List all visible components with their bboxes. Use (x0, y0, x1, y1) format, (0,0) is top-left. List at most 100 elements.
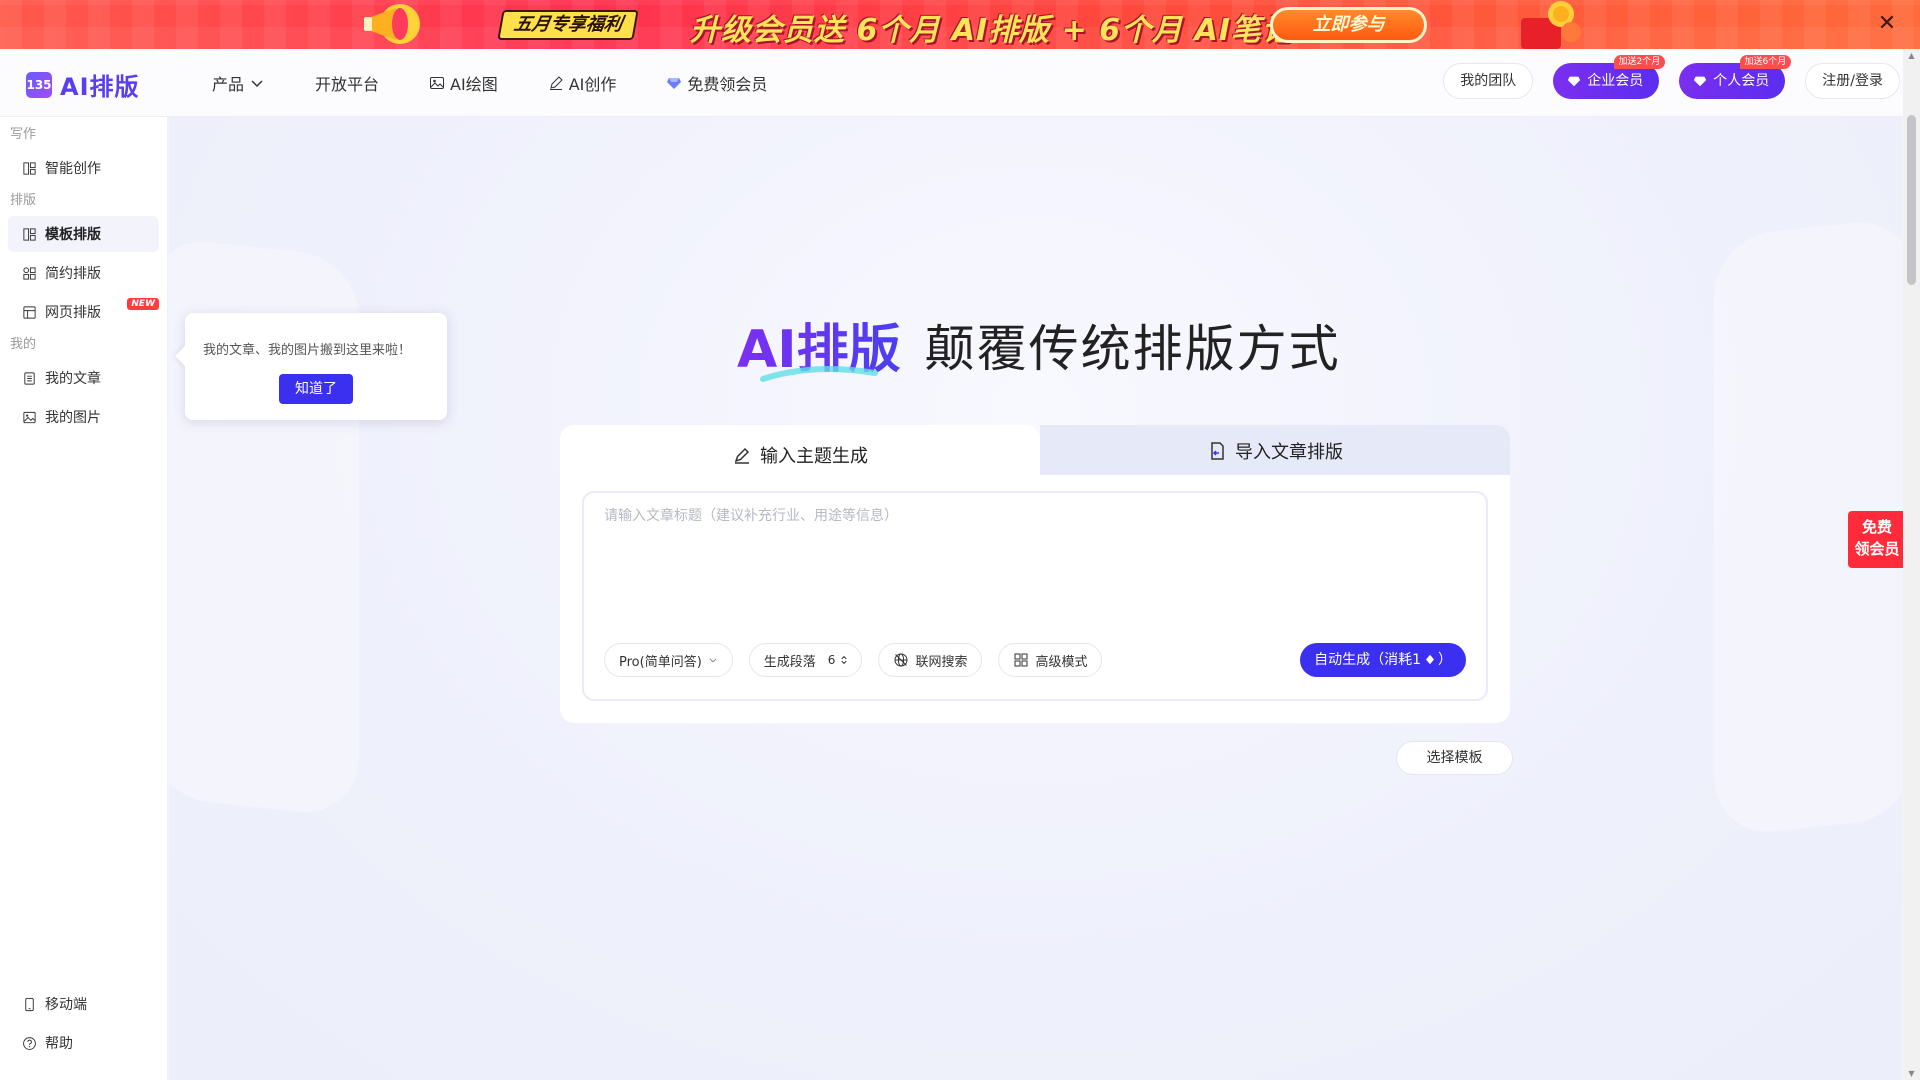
sidebar-item-label: 我的文章 (45, 371, 101, 387)
nav-open-platform-label: 开放平台 (315, 75, 380, 94)
vertical-scrollbar[interactable]: ▲ ▼ (1903, 49, 1920, 1080)
sidebar-item-my-images[interactable]: 我的图片 (8, 399, 159, 435)
tab-import-article[interactable]: 导入文章排版 (1040, 425, 1510, 477)
layout-icon (23, 227, 36, 241)
nav-ai-draw-label: AI绘图 (450, 75, 498, 94)
gift-coin-icon (1521, 1, 1581, 49)
chevron-down-icon (709, 658, 717, 663)
auto-generate-label-end: ） (1438, 652, 1452, 668)
topic-input[interactable]: 请输入文章标题（建议补充行业、用途等信息） Pro(简单问答) 生成段落 6 联… (582, 491, 1488, 701)
got-it-button[interactable]: 知道了 (279, 374, 353, 404)
sidebar-item-label: 模板排版 (45, 227, 101, 243)
my-team-button[interactable]: 我的团队 (1443, 63, 1534, 99)
pen-icon (734, 447, 750, 464)
enterprise-vip-button[interactable]: 企业会员 加送2个月 (1553, 55, 1666, 99)
sidebar-item-label: 帮助 (45, 1036, 73, 1052)
web-search-label: 联网搜索 (915, 654, 968, 670)
sidebar-item-label: 智能创作 (45, 161, 101, 177)
sidebar-bottom: 移动端 帮助 (0, 983, 168, 1064)
top-nav: 135 AI排版 产品 开放平台 AI绘图 AI创作 免费领会员 我的团队 企业… (0, 49, 1920, 117)
nav-product-label: 产品 (212, 75, 245, 94)
auto-generate-label: 自动生成（消耗1 (1314, 652, 1422, 668)
promo-headline: 升级会员送 6个月 AI排版 + 6个月 AI笔记 (690, 13, 1293, 48)
promo-banner[interactable]: 五月专享福利 升级会员送 6个月 AI排版 + 6个月 AI笔记 立即参与 ✕ (0, 0, 1920, 49)
login-button[interactable]: 注册/登录 (1805, 63, 1900, 99)
topic-input-placeholder: 请输入文章标题（建议补充行业、用途等信息） (604, 508, 898, 524)
float-vip-line1: 免费 (1861, 518, 1892, 536)
scroll-down-icon[interactable]: ▼ (1907, 1069, 1916, 1078)
sidebar-item-template-layout[interactable]: 模板排版 (8, 216, 159, 252)
generator-options: Pro(简单问答) 生成段落 6 联网搜索 高级模式 (604, 643, 1103, 677)
paragraph-count-value: 6 (827, 653, 836, 667)
tab-import-label: 导入文章排版 (1235, 442, 1343, 463)
diamond-icon (1425, 654, 1434, 665)
sidebar: 写作 智能创作 排版 模板排版 简约排版 网页排版 NEW 我的 我的文章 我的… (0, 117, 168, 1080)
logo-text: AI排版 (60, 73, 140, 101)
nav-product[interactable]: 产品 (212, 71, 265, 95)
logo-mark: 135 (26, 71, 52, 98)
tab-topic-label: 输入主题生成 (760, 446, 868, 467)
enterprise-bonus-tag: 加送2个月 (1613, 55, 1666, 69)
paragraph-count-label: 生成段落 (763, 654, 816, 670)
globe-off-icon (894, 653, 908, 667)
card-body: 请输入文章标题（建议补充行业、用途等信息） Pro(简单问答) 生成段落 6 联… (560, 475, 1510, 723)
scroll-thumb[interactable] (1907, 115, 1916, 285)
model-select-value: Pro(简单问答) (619, 654, 702, 670)
sidebar-item-label: 网页排版 (45, 305, 101, 321)
help-icon (23, 1036, 36, 1050)
swoosh-decoration (760, 366, 878, 382)
sidebar-item-web-layout[interactable]: 网页排版 NEW (8, 294, 159, 330)
image-icon (430, 77, 445, 89)
generator-tabs: 导入文章排版 输入主题生成 (560, 425, 1510, 485)
nav-ai-create[interactable]: AI创作 (548, 71, 617, 95)
onboarding-popover: 我的文章、我的图片搬到这里来啦！ 知道了 (185, 313, 447, 420)
grid-icon (1014, 653, 1028, 667)
import-document-icon (1211, 442, 1224, 460)
join-now-button[interactable]: 立即参与 (1270, 7, 1427, 43)
popover-text: 我的文章、我的图片搬到这里来啦！ (203, 343, 412, 358)
sidebar-item-label: 移动端 (45, 997, 87, 1013)
nav-open-platform[interactable]: 开放平台 (315, 71, 379, 95)
web-search-toggle[interactable]: 联网搜索 (878, 643, 983, 677)
hero-title: AI排版 颠覆传统排版方式 (737, 307, 1341, 382)
pen-icon (549, 76, 563, 90)
hero-subtitle: 颠覆传统排版方式 (924, 319, 1341, 378)
diamond-icon (1694, 76, 1707, 87)
sidebar-group-layout: 排版 (10, 193, 37, 208)
stepper-arrows-icon[interactable] (841, 655, 848, 665)
close-icon[interactable]: ✕ (1875, 12, 1899, 36)
select-template-button[interactable]: 选择模板 (1396, 741, 1513, 775)
diamond-icon (667, 78, 682, 89)
scroll-up-icon[interactable]: ▲ (1907, 51, 1916, 60)
megaphone-icon (364, 4, 420, 44)
personal-vip-button[interactable]: 个人会员 加送6个月 (1679, 55, 1792, 99)
mobile-icon (25, 997, 34, 1011)
sidebar-item-mobile[interactable]: 移动端 (8, 986, 160, 1022)
model-select[interactable]: Pro(简单问答) (604, 643, 733, 677)
auto-generate-button[interactable]: 自动生成（消耗1 ） (1300, 643, 1466, 677)
personal-bonus-tag: 加送6个月 (1739, 55, 1792, 69)
generator-card: 导入文章排版 输入主题生成 请输入文章标题（建议补充行业、用途等信息） Pro(… (560, 425, 1510, 723)
hero-brand: AI排版 (737, 307, 901, 382)
sidebar-item-simple-layout[interactable]: 简约排版 (8, 255, 159, 291)
sidebar-group-write: 写作 (10, 127, 37, 142)
sidebar-item-smart-create[interactable]: 智能创作 (8, 150, 159, 186)
header-actions: 我的团队 企业会员 加送2个月 个人会员 加送6个月 注册/登录 (1443, 55, 1900, 99)
diamond-icon (1568, 76, 1581, 87)
sidebar-item-help[interactable]: 帮助 (8, 1025, 160, 1061)
nav-ai-draw[interactable]: AI绘图 (429, 71, 498, 95)
nav-ai-create-label: AI创作 (568, 75, 617, 94)
advanced-mode-button[interactable]: 高级模式 (998, 643, 1103, 677)
logo[interactable]: 135 AI排版 (26, 67, 140, 102)
sidebar-item-label: 简约排版 (45, 266, 101, 282)
main-content: AI排版 颠覆传统排版方式 导入文章排版 输入主题生成 请输入文章标题（建议补充… (169, 117, 1902, 1080)
document-icon (24, 371, 35, 385)
nav-free-vip[interactable]: 免费领会员 (666, 71, 767, 95)
layout-icon (23, 161, 36, 175)
sidebar-item-my-articles[interactable]: 我的文章 (8, 360, 159, 396)
advanced-mode-label: 高级模式 (1035, 654, 1088, 670)
nav-free-vip-label: 免费领会员 (687, 75, 768, 94)
promo-badge: 五月专享福利 (497, 10, 639, 40)
paragraph-count-stepper[interactable]: 生成段落 6 (748, 643, 863, 677)
free-vip-float-button[interactable]: 免费 领会员 (1848, 511, 1906, 568)
